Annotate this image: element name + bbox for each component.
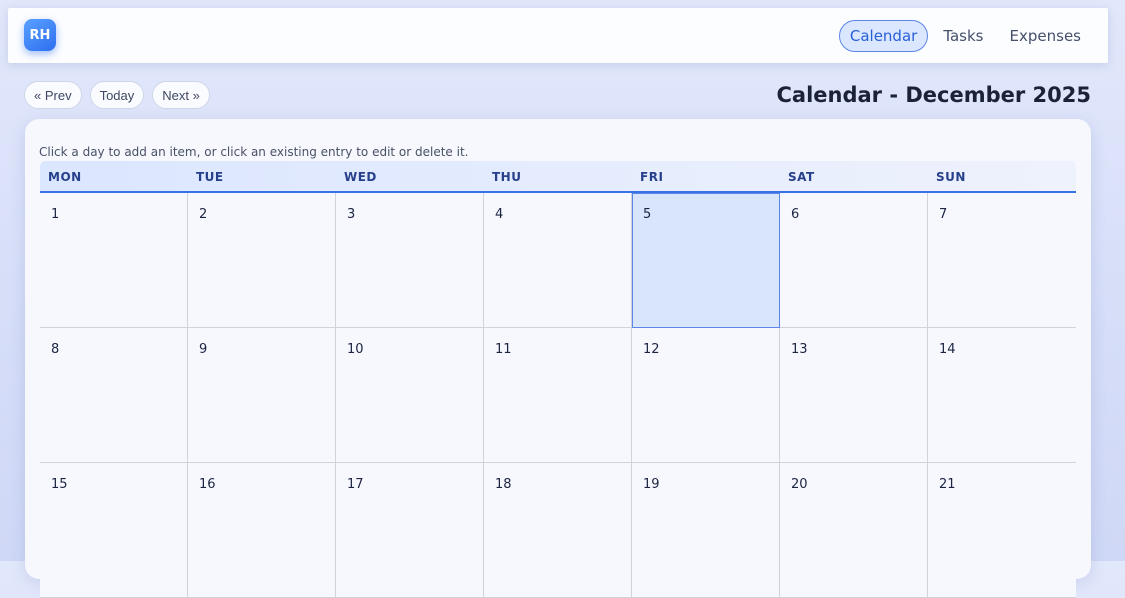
calendar-grid: 1 2 3 4 5 6 7 8 9 10 11 12 13 14 15 16 17 18 19 20 21 <box>40 193 1076 598</box>
main-nav: Calendar Tasks Expenses <box>838 18 1092 53</box>
day-number: 1 <box>51 207 60 222</box>
app-logo[interactable]: RH <box>24 19 56 51</box>
day-number: 9 <box>199 342 208 357</box>
day-number: 8 <box>51 342 60 357</box>
day-cell[interactable]: 13 <box>780 328 928 463</box>
day-cell[interactable]: 14 <box>928 328 1076 463</box>
day-cell[interactable]: 21 <box>928 463 1076 598</box>
day-number: 3 <box>347 207 356 222</box>
day-number: 7 <box>939 207 948 222</box>
day-number: 5 <box>643 207 652 222</box>
day-cell[interactable]: 10 <box>336 328 484 463</box>
day-number: 15 <box>51 477 68 492</box>
nav-tasks[interactable]: Tasks <box>932 20 994 52</box>
day-cell[interactable]: 12 <box>632 328 780 463</box>
day-number: 4 <box>495 207 504 222</box>
month-controls: « Prev Today Next » <box>24 81 210 109</box>
today-button[interactable]: Today <box>89 81 145 109</box>
day-cell[interactable]: 9 <box>188 328 336 463</box>
day-number: 11 <box>495 342 512 357</box>
day-number: 21 <box>939 477 956 492</box>
weekday-header: MON TUE WED THU FRI SAT SUN <box>40 161 1076 193</box>
nav-calendar[interactable]: Calendar <box>838 19 929 52</box>
day-cell[interactable]: 15 <box>40 463 188 598</box>
weekday-tue: TUE <box>196 170 224 184</box>
day-number: 17 <box>347 477 364 492</box>
day-cell[interactable]: 4 <box>484 193 632 328</box>
day-cell[interactable]: 3 <box>336 193 484 328</box>
day-number: 12 <box>643 342 660 357</box>
day-number: 19 <box>643 477 660 492</box>
day-cell[interactable]: 1 <box>40 193 188 328</box>
day-cell[interactable]: 17 <box>336 463 484 598</box>
day-number: 10 <box>347 342 364 357</box>
day-cell-today[interactable]: 5 <box>632 193 780 328</box>
day-cell[interactable]: 20 <box>780 463 928 598</box>
nav-expenses[interactable]: Expenses <box>999 20 1092 52</box>
page-title: Calendar - December 2025 <box>776 83 1091 107</box>
weekday-sat: SAT <box>788 170 815 184</box>
day-number: 16 <box>199 477 216 492</box>
weekday-mon: MON <box>48 170 82 184</box>
weekday-wed: WED <box>344 170 377 184</box>
day-cell[interactable]: 19 <box>632 463 780 598</box>
day-number: 18 <box>495 477 512 492</box>
day-cell[interactable]: 8 <box>40 328 188 463</box>
weekday-fri: FRI <box>640 170 664 184</box>
day-cell[interactable]: 2 <box>188 193 336 328</box>
weekday-sun: SUN <box>936 170 966 184</box>
day-cell[interactable]: 18 <box>484 463 632 598</box>
calendar-card: Click a day to add an item, or click an … <box>25 119 1091 598</box>
day-cell[interactable]: 7 <box>928 193 1076 328</box>
day-cell[interactable]: 16 <box>188 463 336 598</box>
day-cell[interactable]: 11 <box>484 328 632 463</box>
next-month-button[interactable]: Next » <box>152 81 210 109</box>
day-number: 13 <box>791 342 808 357</box>
day-cell[interactable]: 6 <box>780 193 928 328</box>
top-navigation-bar: RH Calendar Tasks Expenses <box>8 8 1108 63</box>
weekday-thu: THU <box>492 170 522 184</box>
day-number: 14 <box>939 342 956 357</box>
day-number: 20 <box>791 477 808 492</box>
day-number: 6 <box>791 207 800 222</box>
prev-month-button[interactable]: « Prev <box>24 81 82 109</box>
calendar-hint: Click a day to add an item, or click an … <box>39 145 469 159</box>
day-number: 2 <box>199 207 208 222</box>
